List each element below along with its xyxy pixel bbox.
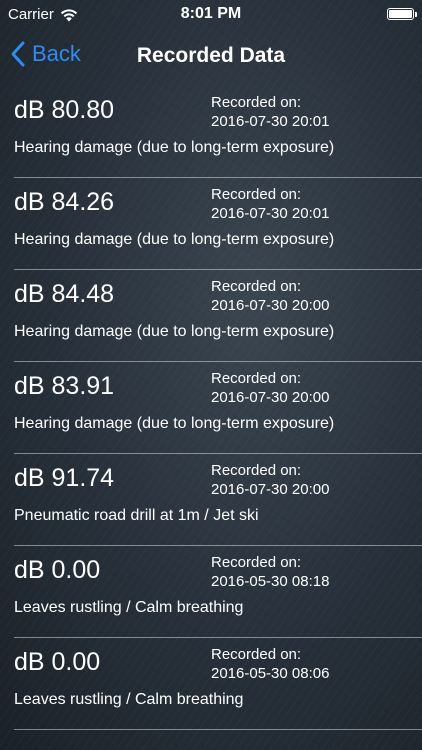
battery-fill: [389, 10, 412, 18]
record-row[interactable]: dB 84.48 Recorded on: 2016-07-30 20:00 H…: [0, 270, 422, 362]
record-db-value: dB 80.80: [14, 96, 115, 124]
record-label: Recorded on:: [211, 94, 302, 111]
record-label: Recorded on:: [211, 278, 302, 295]
record-row[interactable]: dB 0.00 Recorded on: 2016-05-30 08:18 Le…: [0, 546, 422, 638]
record-list: dB 80.80 Recorded on: 2016-07-30 20:01 H…: [0, 86, 422, 730]
page-title: Recorded Data: [136, 44, 286, 67]
record-label: Recorded on:: [211, 462, 302, 479]
record-label: Recorded on:: [211, 186, 302, 203]
record-row[interactable]: dB 80.80 Recorded on: 2016-07-30 20:01 H…: [0, 86, 422, 178]
record-date: 2016-07-30 20:00: [211, 389, 330, 406]
record-date: 2016-07-30 20:01: [211, 205, 330, 222]
record-db-value: dB 0.00: [14, 556, 101, 584]
record-description: Hearing damage (due to long-term exposur…: [14, 231, 335, 248]
record-description: Hearing damage (due to long-term exposur…: [14, 139, 335, 156]
status-bar: Carrier 8:01 PM: [0, 0, 422, 30]
record-date: 2016-07-30 20:01: [211, 113, 330, 130]
record-date: 2016-07-30 20:00: [211, 297, 330, 314]
record-description: Hearing damage (due to long-term exposur…: [14, 323, 335, 340]
record-label: Recorded on:: [211, 370, 302, 387]
nav-bar: Back Recorded Data: [0, 30, 422, 84]
record-description: Hearing damage (due to long-term exposur…: [14, 415, 335, 432]
record-date: 2016-05-30 08:18: [211, 573, 330, 590]
record-label: Recorded on:: [211, 554, 302, 571]
record-row[interactable]: dB 84.26 Recorded on: 2016-07-30 20:01 H…: [0, 178, 422, 270]
status-time: 8:01 PM: [180, 5, 242, 22]
record-label: Recorded on:: [211, 646, 302, 663]
record-db-value: dB 84.48: [14, 280, 115, 308]
record-date: 2016-05-30 08:06: [211, 665, 330, 682]
record-row[interactable]: dB 83.91 Recorded on: 2016-07-30 20:00 H…: [0, 362, 422, 454]
battery-icon: [387, 8, 417, 20]
record-date: 2016-07-30 20:00: [211, 481, 330, 498]
record-description: Leaves rustling / Calm breathing: [14, 691, 244, 708]
record-db-value: dB 84.26: [14, 188, 115, 216]
record-description: Pneumatic road drill at 1m / Jet ski: [14, 507, 259, 524]
row-divider: [14, 729, 422, 730]
record-db-value: dB 83.91: [14, 372, 115, 400]
record-row[interactable]: dB 0.00 Recorded on: 2016-05-30 08:06 Le…: [0, 638, 422, 730]
record-description: Leaves rustling / Calm breathing: [14, 599, 244, 616]
record-row[interactable]: dB 91.74 Recorded on: 2016-07-30 20:00 P…: [0, 454, 422, 546]
record-db-value: dB 91.74: [14, 464, 115, 492]
record-db-value: dB 0.00: [14, 648, 101, 676]
